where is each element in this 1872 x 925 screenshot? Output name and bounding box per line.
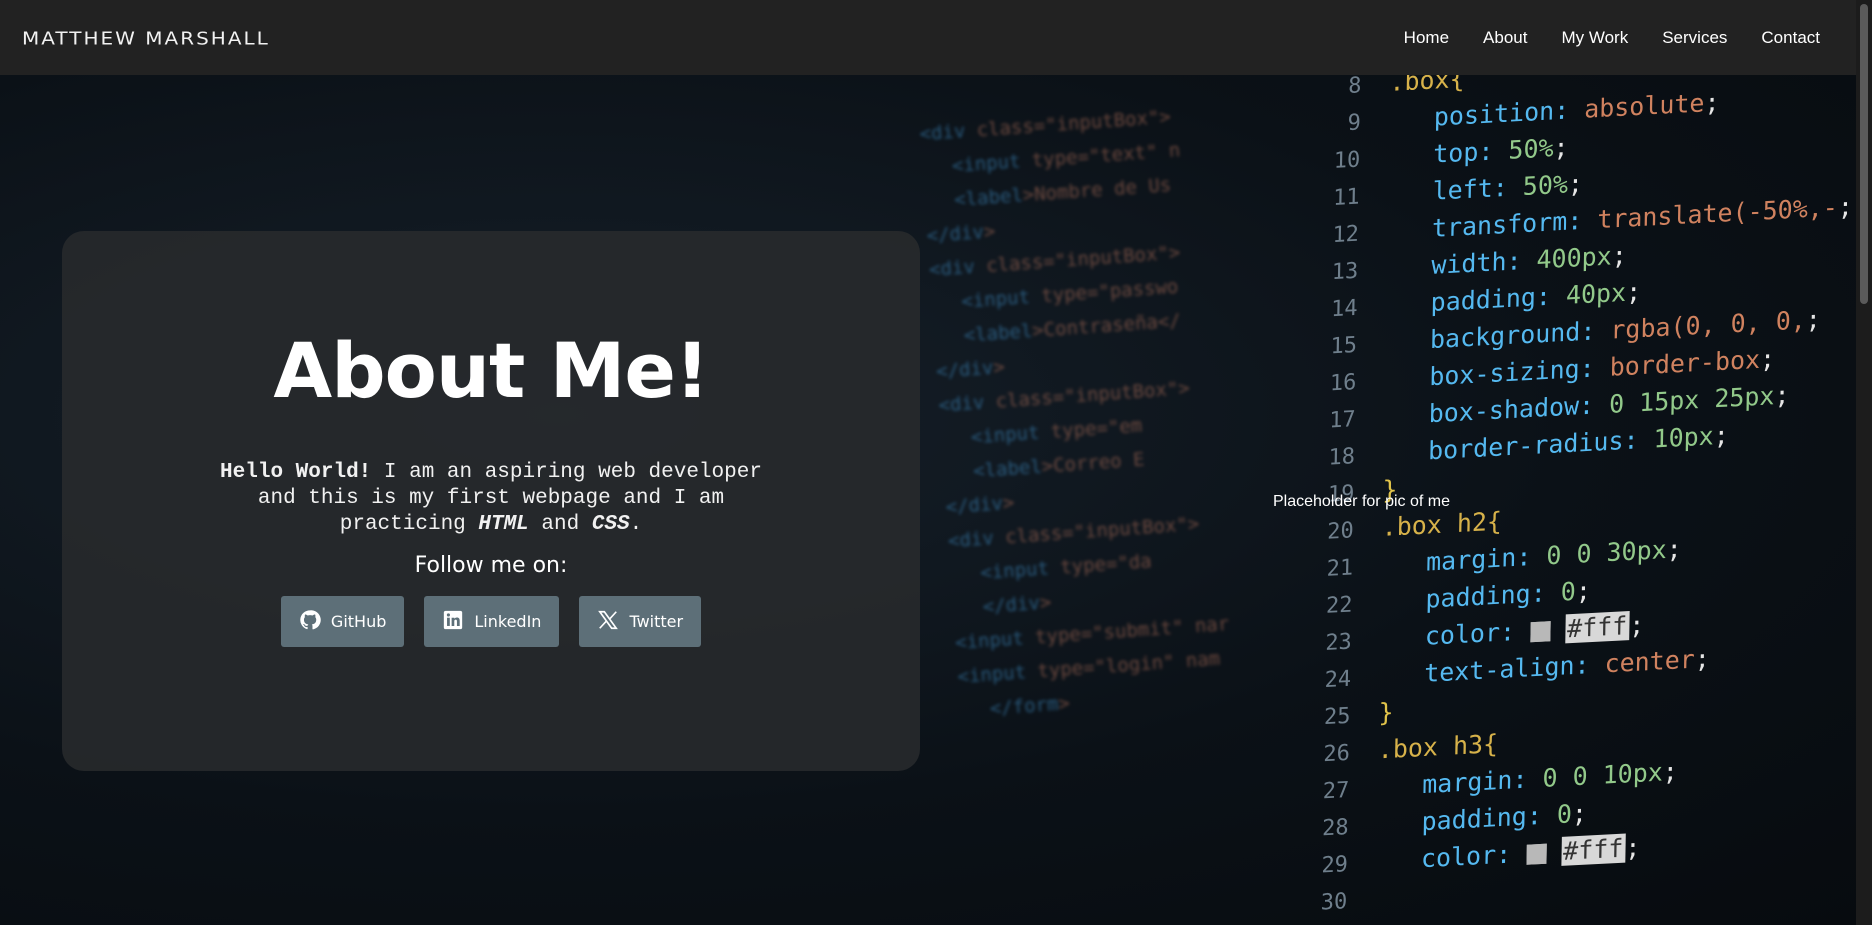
blurred-code-block: <div class="inputBox"> <input type="text"… <box>919 106 1236 736</box>
code-value: #fff <box>1564 611 1630 644</box>
code-property: padding: <box>1425 577 1562 614</box>
intro-paragraph: Hello World! I am an aspiring web develo… <box>212 460 770 538</box>
code-line-number: 25 <box>1323 703 1351 731</box>
code-line-number: 22 <box>1325 592 1353 619</box>
github-icon <box>299 609 321 635</box>
code-value: center <box>1604 644 1696 679</box>
code-value: 50% <box>1508 133 1554 165</box>
code-property: margin: <box>1422 763 1543 800</box>
code-selector <box>1375 884 1376 913</box>
profile-image-placeholder: Placeholder for pic of me <box>1273 493 1450 510</box>
linkedin-label: LinkedIn <box>474 612 542 631</box>
code-line-number: 9 <box>1347 110 1362 137</box>
code-line-number: 8 <box>1348 75 1362 100</box>
code-line-number: 12 <box>1332 221 1360 249</box>
code-selector: .box h2{ <box>1381 506 1503 542</box>
github-label: GitHub <box>330 612 387 631</box>
code-property: margin: <box>1425 541 1547 577</box>
code-line-number: 13 <box>1331 258 1359 286</box>
code-selector: .box h3{ <box>1377 729 1499 765</box>
code-line-number: 26 <box>1323 740 1351 768</box>
code-line-number: 24 <box>1324 666 1352 694</box>
code-value: 10px <box>1653 421 1714 454</box>
code-value: #fff <box>1560 833 1626 866</box>
code-line-number: 14 <box>1330 295 1358 323</box>
nav-link-my-work[interactable]: My Work <box>1561 28 1628 48</box>
social-buttons: GitHub LinkedIn Twitter <box>62 596 920 647</box>
color-swatch-icon <box>1525 843 1547 865</box>
code-line-number: 28 <box>1321 814 1349 842</box>
nav-link-services[interactable]: Services <box>1662 28 1727 48</box>
page-title: About Me! <box>273 326 709 415</box>
follow-label: Follow me on: <box>414 553 568 578</box>
code-property: width: <box>1431 245 1537 280</box>
code-selector: .box{ <box>1389 75 1465 97</box>
code-property: padding: <box>1430 280 1567 318</box>
code-line-number: 10 <box>1333 147 1361 174</box>
code-line-number: 29 <box>1321 852 1349 879</box>
linkedin-icon <box>442 609 464 635</box>
linkedin-button[interactable]: LinkedIn <box>424 596 560 647</box>
nav-link-home[interactable]: Home <box>1404 28 1449 48</box>
nav-links: Home About My Work Services Contact <box>1404 28 1820 48</box>
brand-logo-text[interactable]: MATTHEW MARSHALL <box>22 27 270 49</box>
twitter-button[interactable]: Twitter <box>579 596 702 647</box>
code-value: 0 <box>1556 799 1573 830</box>
code-line-number: 18 <box>1328 444 1356 471</box>
code-selector: } <box>1378 697 1394 728</box>
code-line-number: 15 <box>1330 332 1358 360</box>
intro-css: CSS <box>591 513 630 536</box>
code-line-number: 17 <box>1328 407 1356 434</box>
nav-link-about[interactable]: About <box>1483 28 1527 48</box>
code-value: 400px <box>1536 241 1612 275</box>
code-property: color: <box>1420 838 1527 874</box>
code-value: 0 0 30px <box>1546 534 1667 571</box>
code-value: absolute <box>1583 88 1705 124</box>
code-property: top: <box>1433 135 1509 169</box>
color-swatch-icon <box>1529 621 1551 643</box>
nav-link-contact[interactable]: Contact <box>1761 28 1820 48</box>
vertical-scrollbar[interactable] <box>1856 0 1872 925</box>
x-twitter-icon <box>597 609 619 635</box>
intro-end: . <box>629 513 643 536</box>
code-line-number: 16 <box>1329 369 1357 397</box>
intro-and: and <box>528 513 592 536</box>
code-line-number: 30 <box>1320 889 1348 916</box>
twitter-label: Twitter <box>629 612 684 631</box>
code-line-number: 23 <box>1325 629 1352 657</box>
code-property: left: <box>1432 171 1524 206</box>
code-value: 40px <box>1565 277 1627 310</box>
navbar: MATTHEW MARSHALL Home About My Work Serv… <box>0 0 1856 75</box>
github-button[interactable]: GitHub <box>280 596 405 647</box>
intro-greeting: Hello World! <box>220 461 372 484</box>
code-line-number: 21 <box>1326 555 1354 582</box>
intro-html: HTML <box>478 513 529 536</box>
code-line-number: 20 <box>1327 518 1354 545</box>
code-line-number: 27 <box>1322 777 1350 805</box>
code-value: 0 0 10px <box>1542 757 1664 793</box>
about-card: About Me! Hello World! I am an aspiring … <box>62 231 920 771</box>
code-value: 50% <box>1522 169 1569 202</box>
code-property: color: <box>1424 616 1531 651</box>
code-line-number: 11 <box>1332 184 1360 211</box>
code-property: padding: <box>1421 800 1558 837</box>
code-value: 0 <box>1560 576 1577 607</box>
scrollbar-thumb[interactable] <box>1860 4 1868 304</box>
